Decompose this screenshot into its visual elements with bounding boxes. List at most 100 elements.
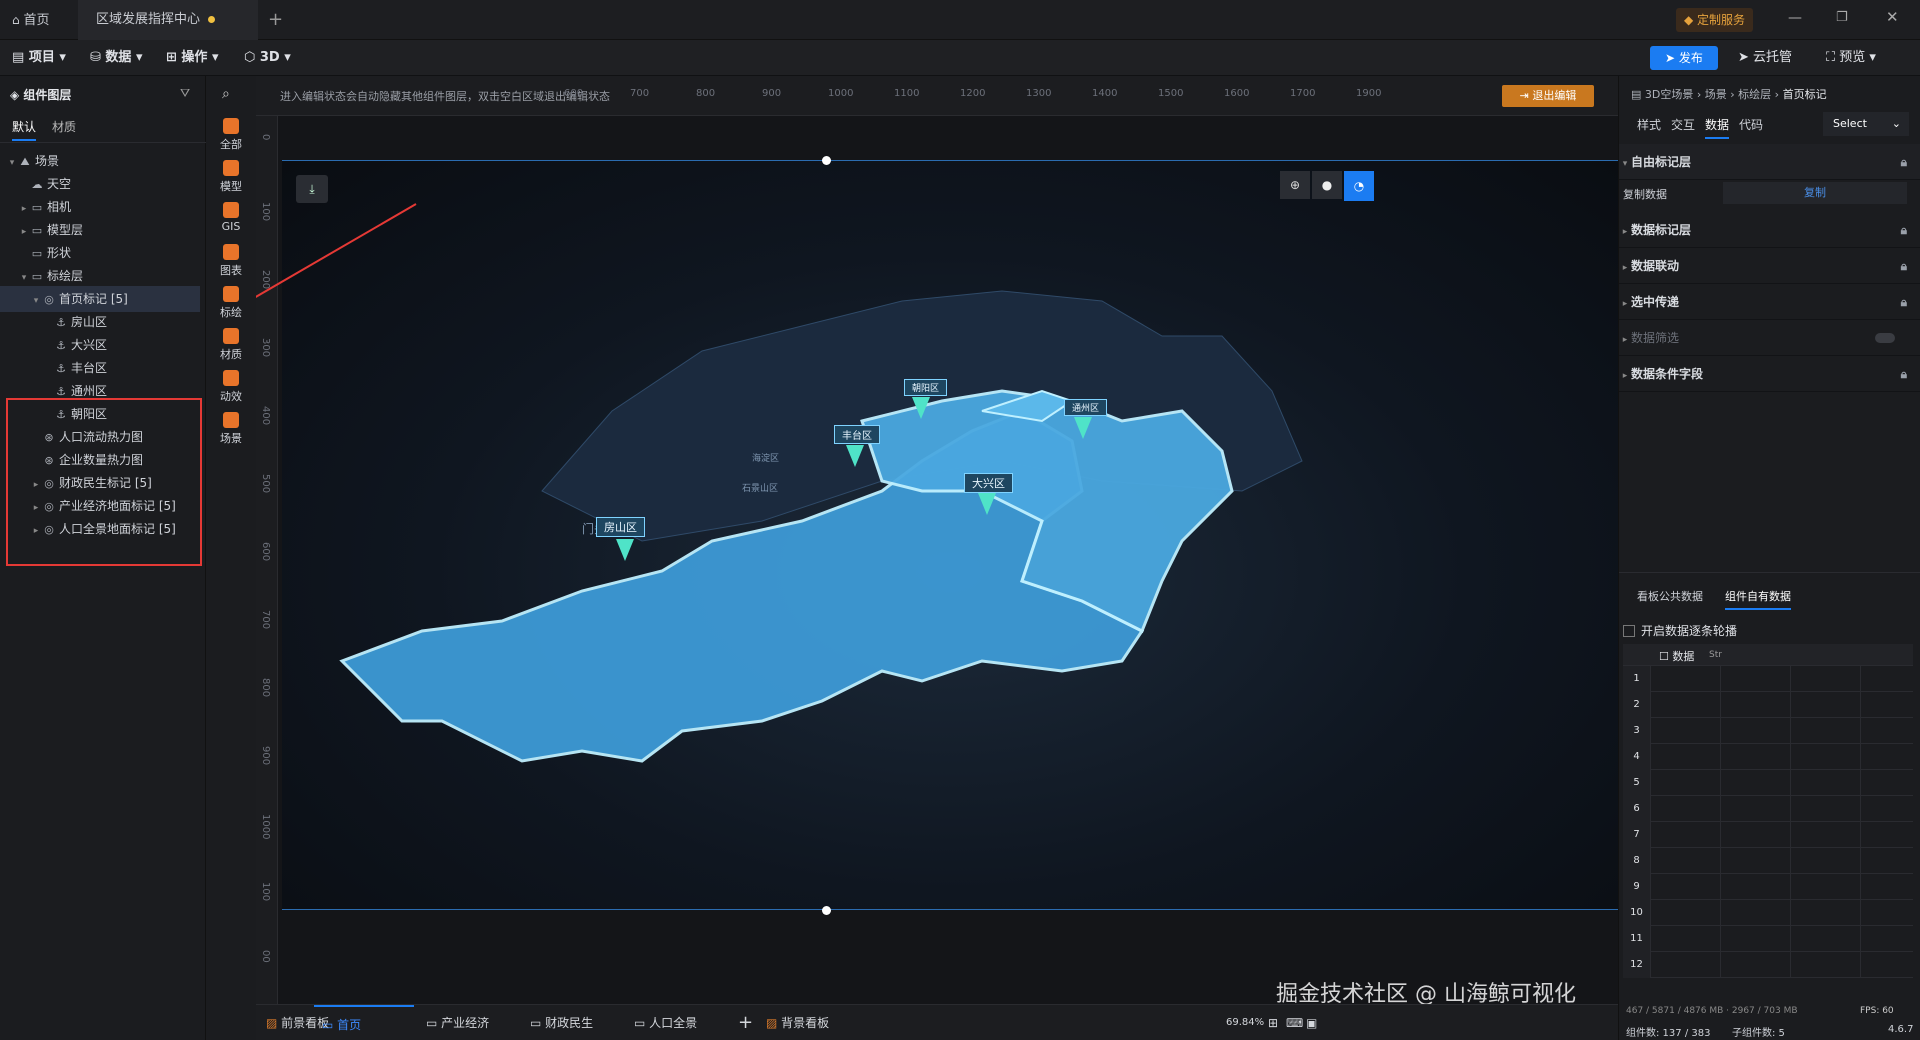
tab-interaction[interactable]: 交互 <box>1671 116 1695 133</box>
tab-default[interactable]: 默认 <box>12 118 37 141</box>
table-cell[interactable] <box>1791 848 1861 874</box>
table-cell[interactable] <box>1861 796 1920 822</box>
section-free-marker[interactable]: ▾ 自由标记层 🔒︎ <box>1619 144 1920 180</box>
table-cell[interactable] <box>1651 874 1721 900</box>
rail-item[interactable]: 模型 <box>206 160 256 194</box>
table-cell[interactable] <box>1721 900 1791 926</box>
menu-project[interactable]: ▤ 项目 ▾ <box>12 48 66 68</box>
table-cell[interactable] <box>1721 744 1791 770</box>
menu-data[interactable]: ⛁ 数据 ▾ <box>90 48 143 68</box>
new-tab-button[interactable]: + <box>268 0 288 40</box>
lock-icon[interactable]: 🔒︎ <box>1901 284 1907 320</box>
marker-label-daxing[interactable]: 大兴区 <box>964 473 1013 493</box>
restore-icon[interactable]: ❐ <box>1836 10 1848 25</box>
checkbox-icon[interactable] <box>1623 625 1635 637</box>
table-cell[interactable] <box>1861 874 1920 900</box>
table-cell[interactable] <box>1721 874 1791 900</box>
table-cell[interactable] <box>1721 848 1791 874</box>
table-cell[interactable] <box>1721 718 1791 744</box>
zoom-level[interactable]: 69.84% <box>1226 1005 1264 1040</box>
rail-item[interactable]: GIS <box>206 202 256 233</box>
table-cell[interactable] <box>1651 926 1721 952</box>
table-cell[interactable] <box>1791 900 1861 926</box>
table-cell[interactable] <box>1861 692 1920 718</box>
marker-label-fengtai[interactable]: 丰台区 <box>834 425 880 444</box>
tab-code[interactable]: 代码 <box>1739 116 1763 133</box>
tab-board-data[interactable]: 看板公共数据 <box>1637 588 1703 604</box>
terminal-icon[interactable]: ▣ <box>1306 1005 1317 1040</box>
table-cell[interactable] <box>1721 796 1791 822</box>
bottom-tab-home[interactable]: ▭ 首页 <box>314 1005 414 1040</box>
search-icon[interactable]: ⌕ <box>222 86 230 102</box>
close-icon[interactable]: ✕ <box>1886 8 1899 26</box>
table-cell[interactable] <box>1791 744 1861 770</box>
table-cell[interactable] <box>1651 848 1721 874</box>
resize-handle-bottom[interactable] <box>822 906 831 915</box>
section-data-linkage[interactable]: ▸ 数据联动 🔒︎ <box>1619 248 1920 284</box>
table-cell[interactable] <box>1861 926 1920 952</box>
bottom-tab-finance[interactable]: ▭ 财政民生 <box>530 1005 593 1040</box>
table-cell[interactable] <box>1721 666 1791 692</box>
section-data-marker[interactable]: ▸ 数据标记层 🔒︎ <box>1619 212 1920 248</box>
menu-3d[interactable]: ⬡ 3D ▾ <box>244 48 291 68</box>
copy-button[interactable]: 复制 <box>1723 182 1907 204</box>
cloud-button[interactable]: ➤ 云托管 <box>1738 48 1792 68</box>
filter-icon[interactable]: ⛛ <box>180 86 190 101</box>
table-cell[interactable] <box>1791 874 1861 900</box>
table-cell[interactable] <box>1861 848 1920 874</box>
table-cell[interactable] <box>1651 666 1721 692</box>
table-cell[interactable] <box>1861 744 1920 770</box>
exit-edit-button[interactable]: ⇥ 退出编辑 <box>1502 85 1594 107</box>
table-cell[interactable] <box>1651 900 1721 926</box>
bottom-tab-industry[interactable]: ▭ 产业经济 <box>426 1005 489 1040</box>
section-selection-pass[interactable]: ▸ 选中传递 🔒︎ <box>1619 284 1920 320</box>
table-cell[interactable] <box>1651 796 1721 822</box>
table-cell[interactable] <box>1791 770 1861 796</box>
table-cell[interactable] <box>1861 900 1920 926</box>
lock-icon[interactable]: 🔒︎ <box>1901 356 1907 392</box>
table-cell[interactable] <box>1861 952 1920 978</box>
table-cell[interactable] <box>1651 770 1721 796</box>
table-cell[interactable] <box>1651 744 1721 770</box>
publish-button[interactable]: ➤ 发布 <box>1650 46 1718 70</box>
bottom-tab-background[interactable]: ▨ 背景看板 <box>766 1005 829 1040</box>
section-data-filter[interactable]: ▸ 数据筛选 <box>1619 320 1920 356</box>
tab-project[interactable]: 区域发展指挥中心 <box>78 0 258 40</box>
lock-icon[interactable]: 🔒︎ <box>1901 144 1907 180</box>
rail-item[interactable]: 标绘 <box>206 286 256 320</box>
tab-material[interactable]: 材质 <box>52 118 76 135</box>
table-cell[interactable] <box>1791 952 1861 978</box>
table-cell[interactable] <box>1861 822 1920 848</box>
bottom-tab-population[interactable]: ▭ 人口全景 <box>634 1005 697 1040</box>
rail-item[interactable]: 图表 <box>206 244 256 278</box>
table-cell[interactable] <box>1791 822 1861 848</box>
marker-label-fangshan[interactable]: 房山区 <box>596 517 645 537</box>
table-cell[interactable] <box>1651 952 1721 978</box>
lock-icon[interactable]: 🔒︎ <box>1901 248 1907 284</box>
table-cell[interactable] <box>1791 926 1861 952</box>
rail-item[interactable]: 全部 <box>206 118 256 152</box>
table-cell[interactable] <box>1791 796 1861 822</box>
tab-own-data[interactable]: 组件自有数据 <box>1725 588 1791 610</box>
keyboard-icon[interactable]: ⌨ <box>1286 1005 1303 1040</box>
rail-item[interactable]: 动效 <box>206 370 256 404</box>
minimize-icon[interactable]: — <box>1788 10 1802 26</box>
grid-header-label[interactable]: ☐ 数据 <box>1659 648 1694 664</box>
toggle-switch[interactable] <box>1875 333 1895 343</box>
table-cell[interactable] <box>1651 692 1721 718</box>
carousel-checkbox[interactable]: 开启数据逐条轮播 <box>1623 622 1737 639</box>
resize-handle-top[interactable] <box>822 156 831 165</box>
table-cell[interactable] <box>1861 718 1920 744</box>
marker-label-chaoyang[interactable]: 朝阳区 <box>904 379 948 396</box>
select-dropdown[interactable]: Select ⌄ <box>1823 112 1909 136</box>
menu-operate[interactable]: ⊞ 操作 ▾ <box>166 48 219 68</box>
table-cell[interactable] <box>1791 718 1861 744</box>
table-cell[interactable] <box>1721 822 1791 848</box>
table-cell[interactable] <box>1721 952 1791 978</box>
table-cell[interactable] <box>1721 770 1791 796</box>
table-cell[interactable] <box>1721 926 1791 952</box>
table-cell[interactable] <box>1651 822 1721 848</box>
tab-style[interactable]: 样式 <box>1637 116 1661 133</box>
table-cell[interactable] <box>1861 770 1920 796</box>
table-cell[interactable] <box>1861 666 1920 692</box>
